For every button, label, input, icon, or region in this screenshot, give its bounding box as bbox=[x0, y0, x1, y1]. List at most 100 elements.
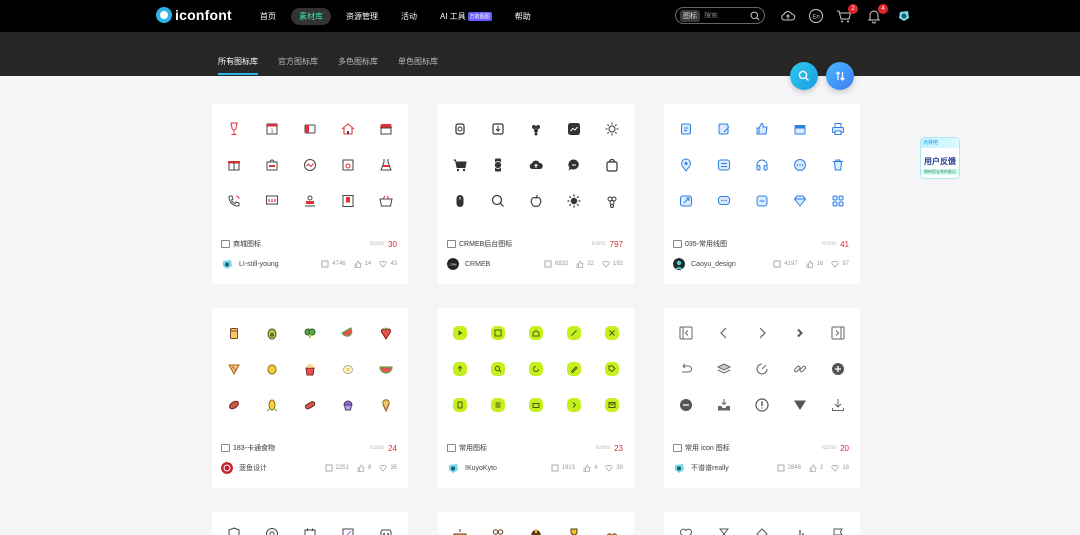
top-navbar: iconfont 首页 素材库 资源管理 活动 AI 工具 万能图图 帮助 图标 … bbox=[0, 0, 1080, 32]
library-card[interactable]: 183-卡通食物 icons 24 菠鱼设计 2251 8 35 bbox=[212, 308, 408, 488]
collect-count[interactable]: 4197 bbox=[773, 260, 798, 268]
library-icon bbox=[447, 444, 456, 452]
like-count[interactable]: 2 bbox=[809, 464, 823, 472]
author-avatar[interactable] bbox=[221, 258, 233, 270]
search-icon[interactable] bbox=[750, 11, 760, 23]
tab-all-libraries[interactable]: 所有图标库 bbox=[218, 56, 258, 75]
search-type-select[interactable]: 图标 bbox=[680, 9, 700, 22]
wine-glass-icon bbox=[230, 122, 238, 135]
feedback-subtitle: 期待您宝贵的意见 bbox=[921, 169, 959, 175]
nav-help[interactable]: 帮助 bbox=[507, 8, 539, 25]
like-count[interactable]: 8 bbox=[357, 464, 371, 472]
library-card-partial[interactable] bbox=[664, 512, 860, 535]
notification-icon[interactable]: 4 bbox=[866, 4, 888, 24]
sun-icon bbox=[605, 122, 619, 136]
library-name[interactable]: 常用图标 bbox=[459, 443, 596, 453]
nav-activities[interactable]: 活动 bbox=[393, 8, 425, 25]
like-count[interactable]: 4 bbox=[583, 464, 597, 472]
favorite-count[interactable]: 97 bbox=[831, 260, 849, 268]
library-card-partial[interactable] bbox=[438, 512, 634, 535]
collect-icon bbox=[544, 260, 552, 268]
plus-circle-icon bbox=[832, 363, 844, 375]
robot-icon bbox=[380, 529, 392, 535]
search-libraries-button[interactable] bbox=[790, 62, 818, 90]
logo[interactable]: iconfont bbox=[156, 7, 232, 23]
author-name[interactable]: Caoyu_design bbox=[691, 261, 765, 268]
nav-resources[interactable]: 资源管理 bbox=[338, 8, 386, 25]
watermelon-slice-icon bbox=[341, 327, 353, 337]
card-author-row: IKuyoKyto 1913 4 30 bbox=[447, 461, 623, 475]
author-avatar[interactable] bbox=[447, 462, 459, 474]
author-name[interactable]: 菠鱼设计 bbox=[239, 463, 317, 473]
author-name[interactable]: CRMEB bbox=[465, 261, 536, 268]
search-icon bbox=[798, 70, 809, 81]
collect-count[interactable]: 4746 bbox=[321, 260, 346, 268]
sort-button[interactable] bbox=[826, 62, 854, 90]
library-card[interactable]: 035-常用线图 icons 41 Caoyu_design 4197 16 9… bbox=[664, 104, 860, 284]
collect-count[interactable]: 1913 bbox=[551, 464, 575, 472]
icon-count: 797 bbox=[609, 239, 623, 249]
bowl-icon bbox=[453, 529, 467, 535]
collect-count[interactable]: 6832 bbox=[544, 260, 568, 268]
basket-icon bbox=[379, 195, 393, 207]
library-card[interactable]: 常用 icon 图标 icons 20 不谱谱really 2848 2 18 bbox=[664, 308, 860, 488]
library-name[interactable]: 常用 icon 图标 bbox=[685, 443, 822, 453]
library-header: 所有图标库 官方图标库 多色图标库 单色图标库 bbox=[0, 32, 1080, 76]
library-name[interactable]: 商城图标 bbox=[233, 239, 370, 249]
author-avatar[interactable] bbox=[673, 462, 685, 474]
library-icon bbox=[221, 240, 230, 248]
feedback-widget[interactable]: 点我吧 用户反馈 期待您宝贵的意见 bbox=[920, 137, 960, 179]
favorite-count[interactable]: 35 bbox=[379, 464, 397, 472]
collect-count[interactable]: 2848 bbox=[777, 464, 801, 472]
nav-ai-tools[interactable]: AI 工具 万能图图 bbox=[432, 8, 500, 25]
like-count[interactable]: 14 bbox=[354, 260, 371, 268]
like-count[interactable]: 16 bbox=[806, 260, 823, 268]
favorite-count[interactable]: 30 bbox=[605, 464, 623, 472]
author-name[interactable]: LI-still-young bbox=[239, 261, 313, 268]
triangle-down-icon bbox=[794, 400, 806, 410]
cart-icon[interactable]: 2 bbox=[836, 4, 858, 24]
collect-count[interactable]: 2251 bbox=[325, 464, 349, 472]
like-count[interactable]: 22 bbox=[576, 260, 594, 268]
library-card-partial[interactable] bbox=[212, 512, 408, 535]
watermelon-icon bbox=[379, 366, 393, 374]
author-avatar[interactable] bbox=[221, 462, 233, 474]
library-card[interactable]: 1 商城图标 icons 30 LI-still-young 4746 14 4… bbox=[212, 104, 408, 284]
tab-monochrome-libraries[interactable]: 单色图标库 bbox=[398, 56, 438, 75]
library-name[interactable]: 035-常用线图 bbox=[685, 239, 822, 249]
language-icon[interactable]: En bbox=[808, 8, 824, 24]
nav-home[interactable]: 首页 bbox=[252, 8, 284, 25]
user-avatar[interactable] bbox=[896, 8, 912, 24]
author-name[interactable]: IKuyoKyto bbox=[465, 465, 543, 472]
library-name[interactable]: CRMEB后台图标 bbox=[459, 239, 592, 249]
favorite-count[interactable]: 43 bbox=[379, 260, 397, 268]
library-name[interactable]: 183-卡通食物 bbox=[233, 443, 370, 453]
upload-icon[interactable] bbox=[780, 8, 796, 24]
favorite-value: 43 bbox=[390, 261, 397, 267]
author-avatar[interactable] bbox=[673, 258, 685, 270]
library-card[interactable]: CRMEB后台图标 icons 797 CRM CRMEB 6832 22 19… bbox=[438, 104, 634, 284]
mail-button-icon bbox=[605, 398, 619, 412]
chevron-right-icon bbox=[759, 327, 766, 339]
favorite-count[interactable]: 18 bbox=[831, 464, 849, 472]
juice-cup-icon bbox=[230, 328, 238, 339]
thumb-up-icon bbox=[806, 260, 814, 268]
ice-cream-icon bbox=[382, 399, 390, 413]
author-name[interactable]: 不谱谱really bbox=[691, 463, 769, 473]
search-input[interactable] bbox=[704, 12, 744, 19]
grid-icon bbox=[832, 195, 844, 207]
library-card[interactable]: 常用图标 icons 23 IKuyoKyto 1913 4 30 bbox=[438, 308, 634, 488]
tab-multicolor-libraries[interactable]: 多色图标库 bbox=[338, 56, 378, 75]
favorite-count[interactable]: 192 bbox=[602, 260, 623, 268]
dress-icon bbox=[380, 159, 392, 171]
quote-icon bbox=[266, 195, 278, 205]
search-icon bbox=[491, 194, 504, 207]
author-avatar[interactable]: CRM bbox=[447, 258, 459, 270]
svg-text:CRM: CRM bbox=[450, 263, 457, 267]
tab-official-libraries[interactable]: 官方图标库 bbox=[278, 56, 318, 75]
mouse-icon bbox=[456, 195, 464, 207]
nav-materials[interactable]: 素材库 bbox=[291, 8, 331, 25]
thumb-up-icon bbox=[583, 464, 591, 472]
like-value: 8 bbox=[367, 465, 372, 471]
favorite-value: 35 bbox=[390, 465, 397, 471]
